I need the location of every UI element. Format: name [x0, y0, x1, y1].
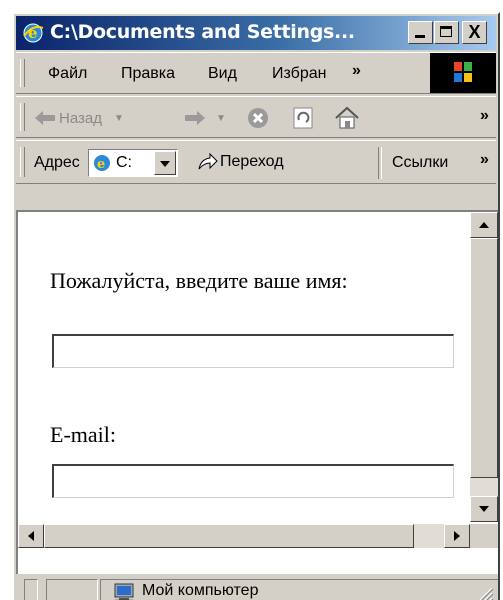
windows-flag-icon — [454, 62, 472, 82]
arrow-down-icon — [479, 506, 489, 512]
internet-explorer-icon: e — [23, 23, 44, 43]
back-label: Назад — [59, 109, 102, 127]
windows-logo — [430, 53, 496, 93]
menu-overflow-chevron[interactable]: » — [352, 62, 361, 80]
vertical-scroll-thumb[interactable] — [470, 238, 498, 478]
toolbar-grip[interactable] — [20, 59, 25, 87]
page-icon: e — [94, 155, 110, 172]
chevron-down-icon — [160, 161, 170, 167]
forward-button[interactable]: ▼ — [184, 105, 226, 131]
toolbar-separator — [378, 147, 382, 179]
email-label: E-mail: — [50, 422, 116, 447]
name-prompt: Пожалуйста, введите ваше имя: — [50, 268, 348, 293]
scroll-right-button[interactable] — [444, 524, 470, 548]
scroll-down-button[interactable] — [470, 496, 498, 522]
go-button[interactable]: Переход — [196, 151, 284, 173]
status-panel — [46, 579, 98, 600]
stop-button[interactable] — [246, 105, 270, 131]
go-label: Переход — [220, 153, 284, 170]
email-field[interactable] — [52, 464, 457, 499]
go-arrow-icon — [198, 152, 218, 170]
resize-grip-icon[interactable] — [474, 584, 494, 600]
content-frame: Пожалуйста, введите ваше имя: E-mail: — [16, 210, 498, 574]
status-zone-text: Мой компьютер — [142, 582, 259, 599]
close-button[interactable]: X — [462, 21, 487, 44]
my-computer-icon — [114, 583, 134, 600]
window-title: C:\Documents and Settings... — [50, 21, 355, 43]
scroll-corner — [470, 524, 498, 548]
menu-favorites[interactable]: Избран — [272, 65, 347, 83]
address-label: Адрес — [34, 154, 80, 171]
arrow-up-icon — [479, 222, 489, 228]
home-icon — [335, 106, 359, 129]
email-input[interactable] — [54, 466, 457, 499]
arrow-left-icon — [28, 531, 34, 541]
name-field[interactable] — [52, 334, 457, 369]
links-label[interactable]: Ссылки — [392, 154, 448, 172]
back-button[interactable]: Назад ▼ — [34, 105, 124, 131]
close-icon: X — [468, 22, 481, 42]
menu-edit[interactable]: Правка — [121, 65, 175, 83]
minimize-icon — [415, 35, 425, 38]
svg-text:e: e — [97, 157, 105, 172]
address-combo[interactable]: e C: — [88, 149, 178, 177]
menu-file[interactable]: Файл — [48, 65, 87, 83]
status-bar: Мой компьютер — [16, 576, 498, 600]
status-panel — [24, 579, 38, 600]
scroll-up-button[interactable] — [470, 212, 498, 238]
links-overflow-chevron[interactable]: » — [480, 151, 489, 169]
standard-toolbar: Назад ▼ ▼ » — [16, 96, 496, 138]
title-bar[interactable]: e C:\Documents and Settings... X — [16, 16, 496, 50]
refresh-button[interactable] — [292, 105, 314, 131]
back-dropdown-icon[interactable]: ▼ — [114, 113, 124, 124]
menu-bar: Файл Правка Вид Избран » — [16, 52, 496, 94]
toolbar-grip[interactable] — [20, 147, 25, 177]
web-page: Пожалуйста, введите ваше имя: E-mail: — [18, 212, 470, 522]
arrow-right-icon — [454, 531, 460, 541]
maximize-button[interactable] — [434, 21, 459, 44]
address-dropdown-button[interactable] — [154, 151, 176, 175]
menu-view[interactable]: Вид — [208, 65, 237, 83]
back-arrow-icon — [35, 111, 55, 125]
vertical-scrollbar[interactable] — [470, 212, 498, 522]
toolbar-grip[interactable] — [20, 103, 25, 131]
minimize-button[interactable] — [408, 21, 433, 44]
scroll-left-button[interactable] — [18, 524, 44, 548]
stop-icon — [248, 108, 268, 128]
refresh-icon — [293, 107, 313, 129]
maximize-icon — [440, 26, 452, 37]
forward-arrow-icon — [185, 111, 205, 125]
toolbar-overflow-chevron[interactable]: » — [480, 107, 489, 125]
home-button[interactable] — [334, 105, 360, 131]
browser-window: e C:\Documents and Settings... X Файл Пр… — [12, 12, 500, 600]
address-value[interactable]: C: — [116, 154, 132, 172]
name-input[interactable] — [54, 336, 457, 369]
horizontal-scroll-thumb[interactable] — [44, 524, 414, 548]
forward-dropdown-icon[interactable]: ▼ — [216, 113, 226, 124]
address-bar: Адрес e C: Переход Ссылки » — [16, 140, 496, 184]
horizontal-scrollbar[interactable] — [18, 524, 470, 548]
